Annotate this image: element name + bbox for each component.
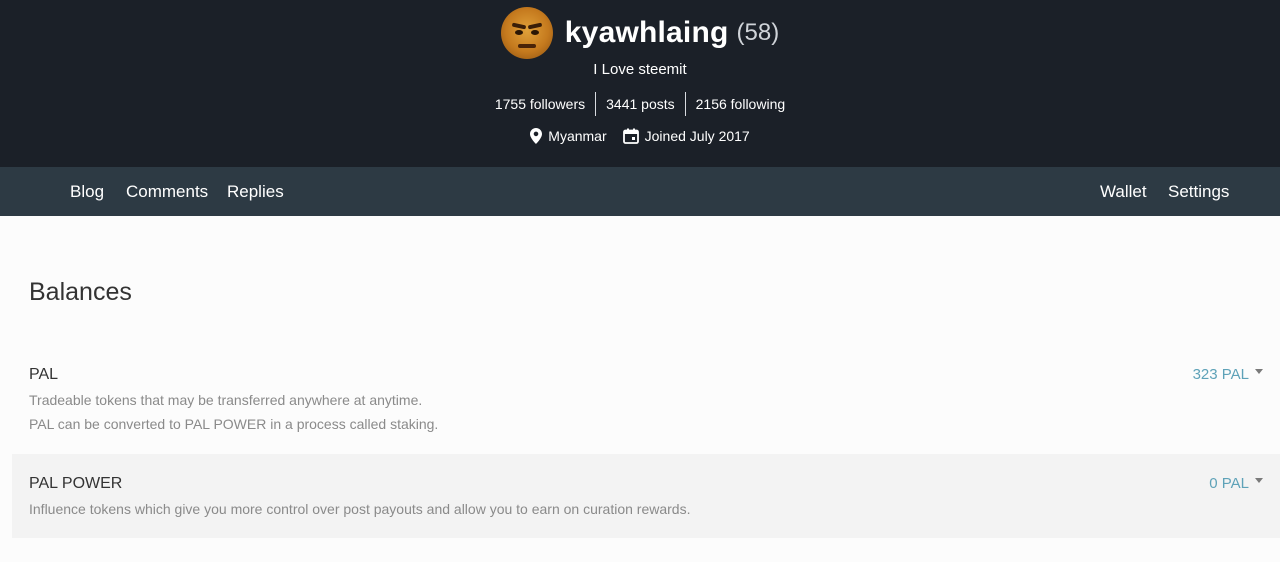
- nav-blog-link[interactable]: Blog: [70, 167, 104, 216]
- nav-comments-link[interactable]: Comments: [126, 167, 208, 216]
- balance-description-line: Influence tokens which give you more con…: [29, 501, 691, 517]
- profile-about: I Love steemit: [593, 61, 687, 78]
- location-pin-icon: [530, 128, 543, 144]
- balance-name: PAL: [29, 366, 59, 383]
- profile-stats: 1755 followers 3441 posts 2156 following: [0, 92, 1280, 116]
- user-avatar[interactable]: [500, 7, 553, 59]
- balance-description-line: PAL can be converted to PAL POWER in a p…: [29, 416, 439, 432]
- calendar-icon: [622, 128, 639, 144]
- location-label: Myanmar: [548, 128, 607, 144]
- profile-username: kyawhlaing: [564, 16, 729, 49]
- followers-count-link[interactable]: 1755 followers: [485, 92, 595, 116]
- avatar-eye-right: [530, 30, 539, 35]
- nav-settings-link[interactable]: Settings: [1168, 167, 1229, 216]
- nav-replies-link[interactable]: Replies: [227, 167, 284, 216]
- wallet-content: Balances PAL Tradeable tokens that may b…: [0, 216, 1280, 562]
- balances-heading: Balances: [29, 278, 132, 306]
- profile-location: Myanmar: [530, 128, 607, 144]
- balance-description-line: Tradeable tokens that may be transferred…: [29, 392, 423, 408]
- avatar-eye-left: [514, 30, 523, 35]
- avatar-brow-left: [511, 22, 527, 30]
- balance-value-label: 0 PAL: [1209, 475, 1249, 492]
- avatar-mouth: [517, 44, 536, 48]
- posts-count: 3441 posts: [595, 92, 685, 116]
- avatar-brow-right: [527, 22, 543, 30]
- pal-balance-dropdown[interactable]: 323 PAL: [1193, 366, 1263, 383]
- profile-title-row: kyawhlaing (58): [0, 6, 1280, 60]
- following-count-link[interactable]: 2156 following: [684, 92, 796, 116]
- profile-joined: Joined July 2017: [622, 128, 750, 144]
- profile-nav-bar: Blog Comments Replies Wallet Settings: [0, 167, 1280, 216]
- balance-row-pal-power: PAL POWER Influence tokens which give yo…: [12, 454, 1280, 538]
- pal-power-balance-dropdown[interactable]: 0 PAL: [1209, 475, 1263, 492]
- nav-wallet-link[interactable]: Wallet: [1100, 167, 1147, 216]
- profile-header: kyawhlaing (58) I Love steemit 1755 foll…: [0, 0, 1280, 167]
- caret-down-icon: [1255, 369, 1263, 374]
- caret-down-icon: [1255, 478, 1263, 483]
- profile-meta: Myanmar Joined July 2017: [0, 128, 1280, 144]
- reputation-score: (58): [736, 19, 780, 46]
- joined-label: Joined July 2017: [644, 128, 750, 144]
- balance-row-pal: PAL Tradeable tokens that may be transfe…: [12, 354, 1280, 454]
- balance-name: PAL POWER: [29, 475, 123, 492]
- balance-value-label: 323 PAL: [1192, 366, 1249, 383]
